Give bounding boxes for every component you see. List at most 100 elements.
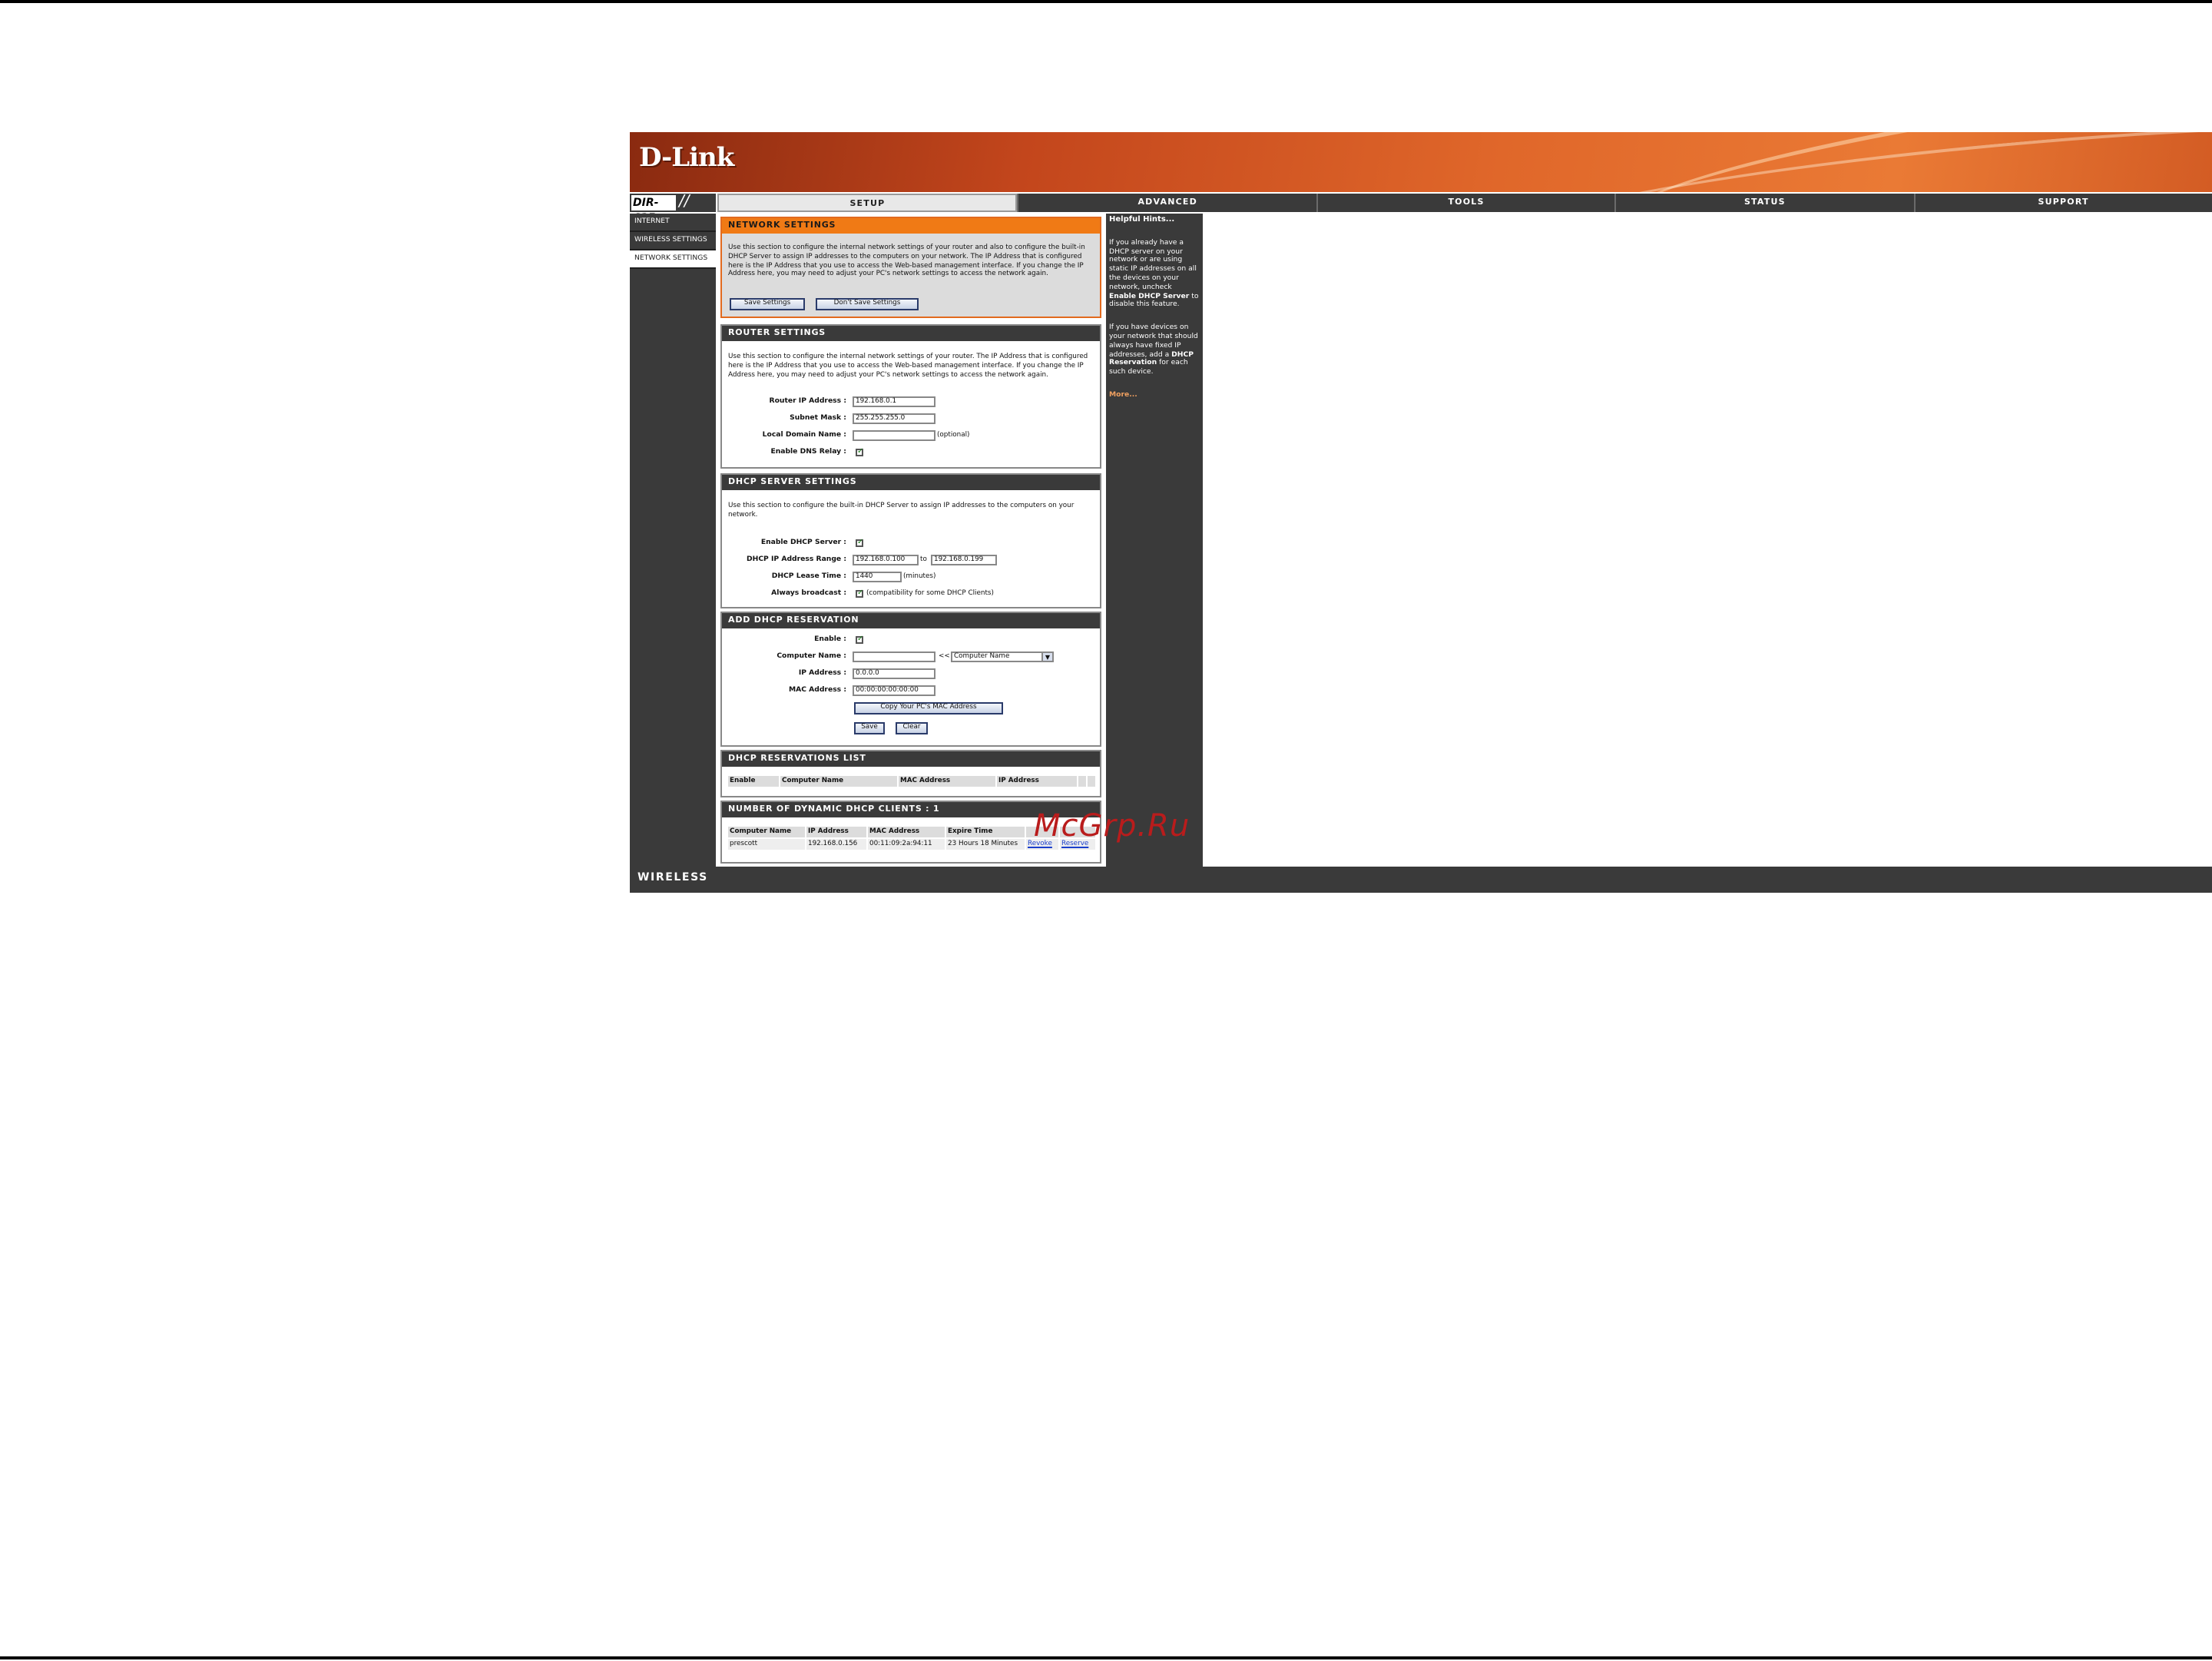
add-dhcp-reservation-box: ADD DHCP RESERVATION Enable : Computer N… (720, 612, 1101, 747)
field-label: Enable : (814, 636, 846, 644)
reservation-mac-row: MAC Address : 00:00:00:00:00:00 (722, 685, 1103, 698)
top-tabs: SETUP ADVANCED TOOLS STATUS SUPPORT (717, 194, 2212, 212)
hint-text: If you already have a DHCP server on you… (1109, 239, 1197, 292)
hints-more-link[interactable]: More... (1109, 392, 1200, 401)
dont-save-settings-button[interactable]: Don't Save Settings (816, 298, 919, 310)
reservation-enable-checkbox[interactable] (856, 635, 863, 644)
computer-name-select[interactable]: Computer Name ▼ (951, 651, 1054, 662)
tab-status[interactable]: STATUS (1614, 194, 1914, 212)
copy-arrow-label: << (939, 653, 950, 661)
table-header-row: Enable Computer Name MAC Address IP Addr… (728, 776, 1095, 787)
hints-title: Helpful Hints... (1109, 215, 1175, 224)
network-settings-box: NETWORK SETTINGS Use this section to con… (720, 217, 1101, 318)
broadcast-note: (compatibility for some DHCP Clients) (866, 590, 994, 598)
dhcp-reservations-list-box: DHCP RESERVATIONS LIST Enable Computer N… (720, 750, 1101, 797)
watermark-text: McGrp.Ru (1034, 808, 1190, 844)
sidebar-item-wireless-settings[interactable]: WIRELESS SETTINGS (630, 232, 716, 250)
section-title: DHCP SERVER SETTINGS (722, 475, 1100, 490)
range-to-label: to (920, 556, 927, 564)
select-value: Computer Name (954, 653, 1010, 661)
tab-advanced[interactable]: ADVANCED (1017, 194, 1316, 212)
minutes-label: (minutes) (903, 573, 936, 581)
optional-note: (optional) (937, 432, 970, 439)
sidebar-item-internet[interactable]: INTERNET (630, 214, 716, 232)
client-ip-cell: 192.168.0.156 (806, 839, 866, 850)
dns-relay-checkbox[interactable] (856, 447, 863, 456)
client-mac-cell: 00:11:09:2a:94:11 (868, 839, 945, 850)
range-end-input[interactable]: 192.168.0.199 (931, 555, 997, 565)
hints-paragraph-1: If you already have a DHCP server on you… (1109, 240, 1200, 311)
column-header: Enable (728, 776, 779, 787)
section-description: Use this section to configure the built-… (728, 502, 1075, 519)
local-domain-input[interactable] (853, 430, 935, 441)
field-label: DHCP Lease Time : (771, 573, 846, 581)
enable-dhcp-row: Enable DHCP Server : (722, 538, 1103, 550)
tab-support[interactable]: SUPPORT (1913, 194, 2212, 212)
sidebar: INTERNET WIRELESS SETTINGS NETWORK SETTI… (630, 214, 716, 867)
main-content: NETWORK SETTINGS Use this section to con… (717, 214, 1104, 867)
chevron-down-icon: ▼ (1041, 653, 1052, 661)
column-header: IP Address (806, 827, 866, 837)
section-title: ADD DHCP RESERVATION (722, 613, 1100, 628)
router-ip-input[interactable]: 192.168.0.1 (853, 396, 935, 407)
tab-setup[interactable]: SETUP (717, 194, 1018, 212)
field-label: IP Address : (798, 670, 846, 678)
range-start-input[interactable]: 192.168.0.100 (853, 555, 919, 565)
reservation-clear-button[interactable]: Clear (896, 722, 928, 734)
field-label: Router IP Address : (769, 398, 846, 406)
model-badge: DIR-635 // (630, 194, 716, 224)
section-title: NETWORK SETTINGS (722, 218, 1100, 234)
reservation-ip-row: IP Address : 0.0.0.0 (722, 668, 1103, 681)
computer-name-row: Computer Name : << Computer Name ▼ (722, 651, 1103, 664)
dlink-logo: D-Link (639, 143, 734, 174)
lease-time-row: DHCP Lease Time : 1440 (minutes) (722, 572, 1103, 584)
client-name-cell: prescott (728, 839, 805, 850)
hints-paragraph-2: If you have devices on your network that… (1109, 324, 1200, 378)
section-description: Use this section to configure the intern… (728, 353, 1088, 380)
dhcp-server-box: DHCP SERVER SETTINGS Use this section to… (720, 473, 1101, 608)
reservations-table: Enable Computer Name MAC Address IP Addr… (727, 774, 1097, 788)
field-label: Enable DHCP Server : (760, 539, 846, 547)
reservation-enable-row: Enable : (722, 635, 1103, 647)
save-settings-button[interactable]: Save Settings (730, 298, 805, 310)
hint-bold: Enable DHCP Server (1109, 293, 1190, 301)
lease-time-input[interactable]: 1440 (853, 572, 902, 582)
column-header: Expire Time (946, 827, 1025, 837)
column-header: IP Address (997, 776, 1077, 787)
sidebar-item-network-settings[interactable]: NETWORK SETTINGS (630, 250, 716, 269)
column-header: Computer Name (780, 776, 897, 787)
column-header: Computer Name (728, 827, 805, 837)
always-broadcast-checkbox[interactable] (856, 588, 863, 598)
footer-wireless-label: WIRELESS (637, 871, 708, 884)
subnet-mask-input[interactable]: 255.255.255.0 (853, 413, 935, 424)
field-label: MAC Address : (788, 687, 846, 695)
field-label: Always broadcast : (771, 590, 846, 598)
section-title: DHCP RESERVATIONS LIST (722, 751, 1100, 767)
column-header: MAC Address (899, 776, 995, 787)
enable-dhcp-checkbox[interactable] (856, 538, 863, 547)
subnet-mask-row: Subnet Mask : 255.255.255.0 (722, 413, 1103, 426)
field-label: Enable DNS Relay : (770, 449, 846, 456)
column-header-blank (1078, 776, 1086, 787)
model-name: DIR-635 (631, 195, 676, 224)
router-settings-box: ROUTER SETTINGS Use this section to conf… (720, 324, 1101, 469)
column-header: MAC Address (868, 827, 945, 837)
dhcp-range-row: DHCP IP Address Range : 192.168.0.100 to… (722, 555, 1103, 567)
model-slashes-icon: // (679, 194, 690, 211)
tab-tools[interactable]: TOOLS (1316, 194, 1615, 212)
reservation-save-button[interactable]: Save (854, 722, 885, 734)
helpful-hints-panel: Helpful Hints... If you already have a D… (1106, 214, 1203, 867)
section-title: ROUTER SETTINGS (722, 326, 1100, 341)
reservation-ip-input[interactable]: 0.0.0.0 (853, 668, 935, 679)
reservation-mac-input[interactable]: 00:00:00:00:00:00 (853, 685, 935, 696)
field-label: Computer Name : (777, 653, 846, 661)
router-ip-row: Router IP Address : 192.168.0.1 (722, 396, 1103, 409)
always-broadcast-row: Always broadcast : (compatibility for so… (722, 588, 1103, 601)
field-label: Local Domain Name : (762, 432, 846, 439)
computer-name-input[interactable] (853, 651, 935, 662)
copy-mac-address-button[interactable]: Copy Your PC's MAC Address (854, 702, 1003, 714)
client-expire-cell: 23 Hours 18 Minutes (946, 839, 1025, 850)
field-label: Subnet Mask : (790, 415, 846, 423)
section-description: Use this section to configure the intern… (728, 244, 1085, 279)
column-header-blank (1088, 776, 1095, 787)
